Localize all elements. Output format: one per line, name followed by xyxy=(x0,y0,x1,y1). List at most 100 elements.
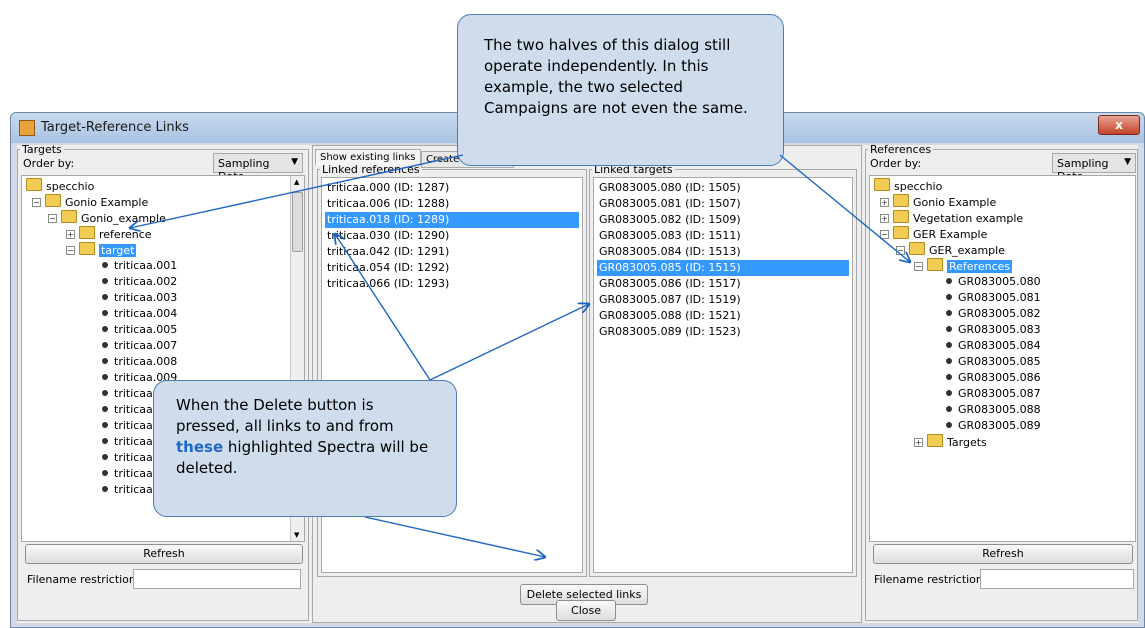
linked-reference-item[interactable]: triticaa.030 (ID: 1290) xyxy=(325,228,579,244)
linked-reference-item[interactable]: triticaa.042 (ID: 1291) xyxy=(325,244,579,260)
leaf-bullet-icon xyxy=(946,390,952,396)
tree-leaf[interactable]: GR083005.082 xyxy=(946,306,1041,322)
expand-icon[interactable]: + xyxy=(66,230,75,239)
leaf-bullet-icon xyxy=(102,406,108,412)
folder-icon xyxy=(61,210,77,223)
linked-target-item[interactable]: GR083005.082 (ID: 1509) xyxy=(597,212,849,228)
targets-filename-label: Filename restriction: xyxy=(27,573,140,586)
tree-node-campaign[interactable]: − Gonio Example xyxy=(32,194,148,210)
linked-target-item[interactable]: GR083005.083 (ID: 1511) xyxy=(597,228,849,244)
tree-node-root[interactable]: specchio xyxy=(26,178,94,194)
tree-node-targets-folder[interactable]: + Targets xyxy=(914,434,987,450)
tree-leaf[interactable]: triticaa.002 xyxy=(102,274,177,290)
linked-reference-item[interactable]: triticaa.006 (ID: 1288) xyxy=(325,196,579,212)
java-app-icon xyxy=(19,120,35,136)
leaf-bullet-icon xyxy=(102,390,108,396)
tree-leaf[interactable]: GR083005.084 xyxy=(946,338,1041,354)
tree-node-root[interactable]: specchio xyxy=(874,178,942,194)
close-button[interactable]: Close xyxy=(556,600,616,621)
tree-leaf[interactable]: GR083005.086 xyxy=(946,370,1041,386)
leaf-bullet-icon xyxy=(102,294,108,300)
linked-target-item[interactable]: GR083005.087 (ID: 1519) xyxy=(597,292,849,308)
tree-leaf[interactable]: triticaa.007 xyxy=(102,338,177,354)
tree-leaf[interactable]: triticaa.001 xyxy=(102,258,177,274)
leaf-bullet-icon xyxy=(102,438,108,444)
leaf-bullet-icon xyxy=(102,470,108,476)
tree-node-campaign-ger[interactable]: − GER Example xyxy=(880,226,987,242)
tree-node-references-folder[interactable]: − References xyxy=(914,258,1013,274)
collapse-icon[interactable]: − xyxy=(48,214,57,223)
linked-target-item[interactable]: GR083005.088 (ID: 1521) xyxy=(597,308,849,324)
callout-bottom-text-pre: When the Delete button is pressed, all l… xyxy=(176,396,394,435)
leaf-bullet-icon xyxy=(946,422,952,428)
tree-node-target-folder[interactable]: − target xyxy=(66,242,137,258)
tree-leaf[interactable]: GR083005.081 xyxy=(946,290,1041,306)
tree-leaf[interactable]: GR083005.087 xyxy=(946,386,1041,402)
leaf-bullet-icon xyxy=(102,486,108,492)
folder-icon xyxy=(909,242,925,255)
tree-node-hierarchy[interactable]: − GER_example xyxy=(896,242,1005,258)
scroll-up-icon[interactable]: ▲ xyxy=(294,178,299,186)
collapse-icon[interactable]: − xyxy=(896,246,905,255)
leaf-bullet-icon xyxy=(102,422,108,428)
tree-node-campaign-gonio[interactable]: + Gonio Example xyxy=(880,194,996,210)
leaf-bullet-icon xyxy=(102,310,108,316)
tree-node-reference-folder[interactable]: + reference xyxy=(66,226,152,242)
expand-icon[interactable]: + xyxy=(880,198,889,207)
linked-target-item[interactable]: GR083005.084 (ID: 1513) xyxy=(597,244,849,260)
linked-target-item[interactable]: GR083005.086 (ID: 1517) xyxy=(597,276,849,292)
folder-icon xyxy=(893,210,909,223)
tree-leaf[interactable]: GR083005.085 xyxy=(946,354,1041,370)
scroll-thumb[interactable] xyxy=(292,192,303,252)
references-order-by-dropdown[interactable]: Sampling Date ▼ xyxy=(1052,153,1136,183)
linked-target-item[interactable]: GR083005.080 (ID: 1505) xyxy=(597,180,849,196)
references-refresh-button[interactable]: Refresh xyxy=(873,544,1133,564)
leaf-bullet-icon xyxy=(102,278,108,284)
scroll-down-icon[interactable]: ▼ xyxy=(294,531,299,539)
tree-leaf[interactable]: GR083005.083 xyxy=(946,322,1041,338)
collapse-icon[interactable]: − xyxy=(880,230,889,239)
tree-leaf[interactable]: triticaa.004 xyxy=(102,306,177,322)
targets-order-by-dropdown[interactable]: Sampling Date ▼ xyxy=(213,153,303,183)
leaf-bullet-icon xyxy=(946,406,952,412)
tree-node-hierarchy[interactable]: − Gonio_example xyxy=(48,210,166,226)
chevron-down-icon: ▼ xyxy=(1124,157,1131,167)
linked-target-item[interactable]: GR083005.085 (ID: 1515) xyxy=(597,260,849,276)
collapse-icon[interactable]: − xyxy=(32,198,41,207)
leaf-bullet-icon xyxy=(102,326,108,332)
references-filename-input[interactable] xyxy=(980,569,1134,589)
tree-leaf[interactable]: triticaa.008 xyxy=(102,354,177,370)
callout-top: The two halves of this dialog still oper… xyxy=(457,14,784,166)
linked-reference-item[interactable]: triticaa.018 (ID: 1289) xyxy=(325,212,579,228)
leaf-bullet-icon xyxy=(102,454,108,460)
leaf-bullet-icon xyxy=(946,326,952,332)
targets-refresh-button[interactable]: Refresh xyxy=(25,544,303,564)
expand-icon[interactable]: + xyxy=(914,438,923,447)
leaf-bullet-icon xyxy=(946,278,952,284)
expand-icon[interactable]: + xyxy=(880,214,889,223)
leaf-bullet-icon xyxy=(946,374,952,380)
references-order-by-label: Order by: xyxy=(870,157,922,170)
folder-icon xyxy=(927,434,943,447)
references-tree[interactable]: specchio + Gonio Example + Vegetation exam… xyxy=(869,175,1136,542)
linked-targets-list[interactable]: GR083005.080 (ID: 1505) GR083005.081 (ID:… xyxy=(593,177,853,573)
tree-leaf[interactable]: triticaa.003 xyxy=(102,290,177,306)
tree-leaf[interactable]: triticaa.005 xyxy=(102,322,177,338)
callout-bottom: When the Delete button is pressed, all l… xyxy=(153,380,457,517)
linked-reference-item[interactable]: triticaa.066 (ID: 1293) xyxy=(325,276,579,292)
linked-reference-item[interactable]: triticaa.054 (ID: 1292) xyxy=(325,260,579,276)
tree-leaf[interactable]: GR083005.080 xyxy=(946,274,1041,290)
collapse-icon[interactable]: − xyxy=(914,262,923,271)
targets-filename-input[interactable] xyxy=(133,569,301,589)
tree-leaf[interactable]: GR083005.089 xyxy=(946,418,1041,434)
linked-target-item[interactable]: GR083005.081 (ID: 1507) xyxy=(597,196,849,212)
chevron-down-icon: ▼ xyxy=(291,157,298,167)
folder-icon xyxy=(26,178,42,191)
tree-node-campaign-vegetation[interactable]: + Vegetation example xyxy=(880,210,1023,226)
collapse-icon[interactable]: − xyxy=(66,246,75,255)
dialog-window: Target-Reference Links x Targets Order b… xyxy=(10,112,1145,628)
linked-reference-item[interactable]: triticaa.000 (ID: 1287) xyxy=(325,180,579,196)
linked-target-item[interactable]: GR083005.089 (ID: 1523) xyxy=(597,324,849,340)
window-close-button[interactable]: x xyxy=(1098,115,1140,135)
tree-leaf[interactable]: GR083005.088 xyxy=(946,402,1041,418)
